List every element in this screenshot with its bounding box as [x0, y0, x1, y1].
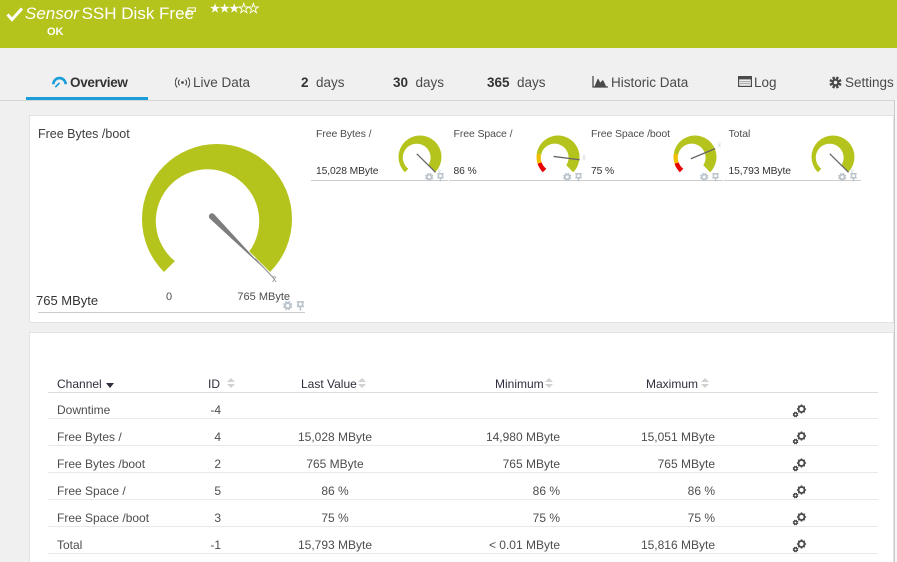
svg-text:x̄: x̄ [718, 143, 722, 150]
svg-text:x̄: x̄ [582, 155, 586, 162]
